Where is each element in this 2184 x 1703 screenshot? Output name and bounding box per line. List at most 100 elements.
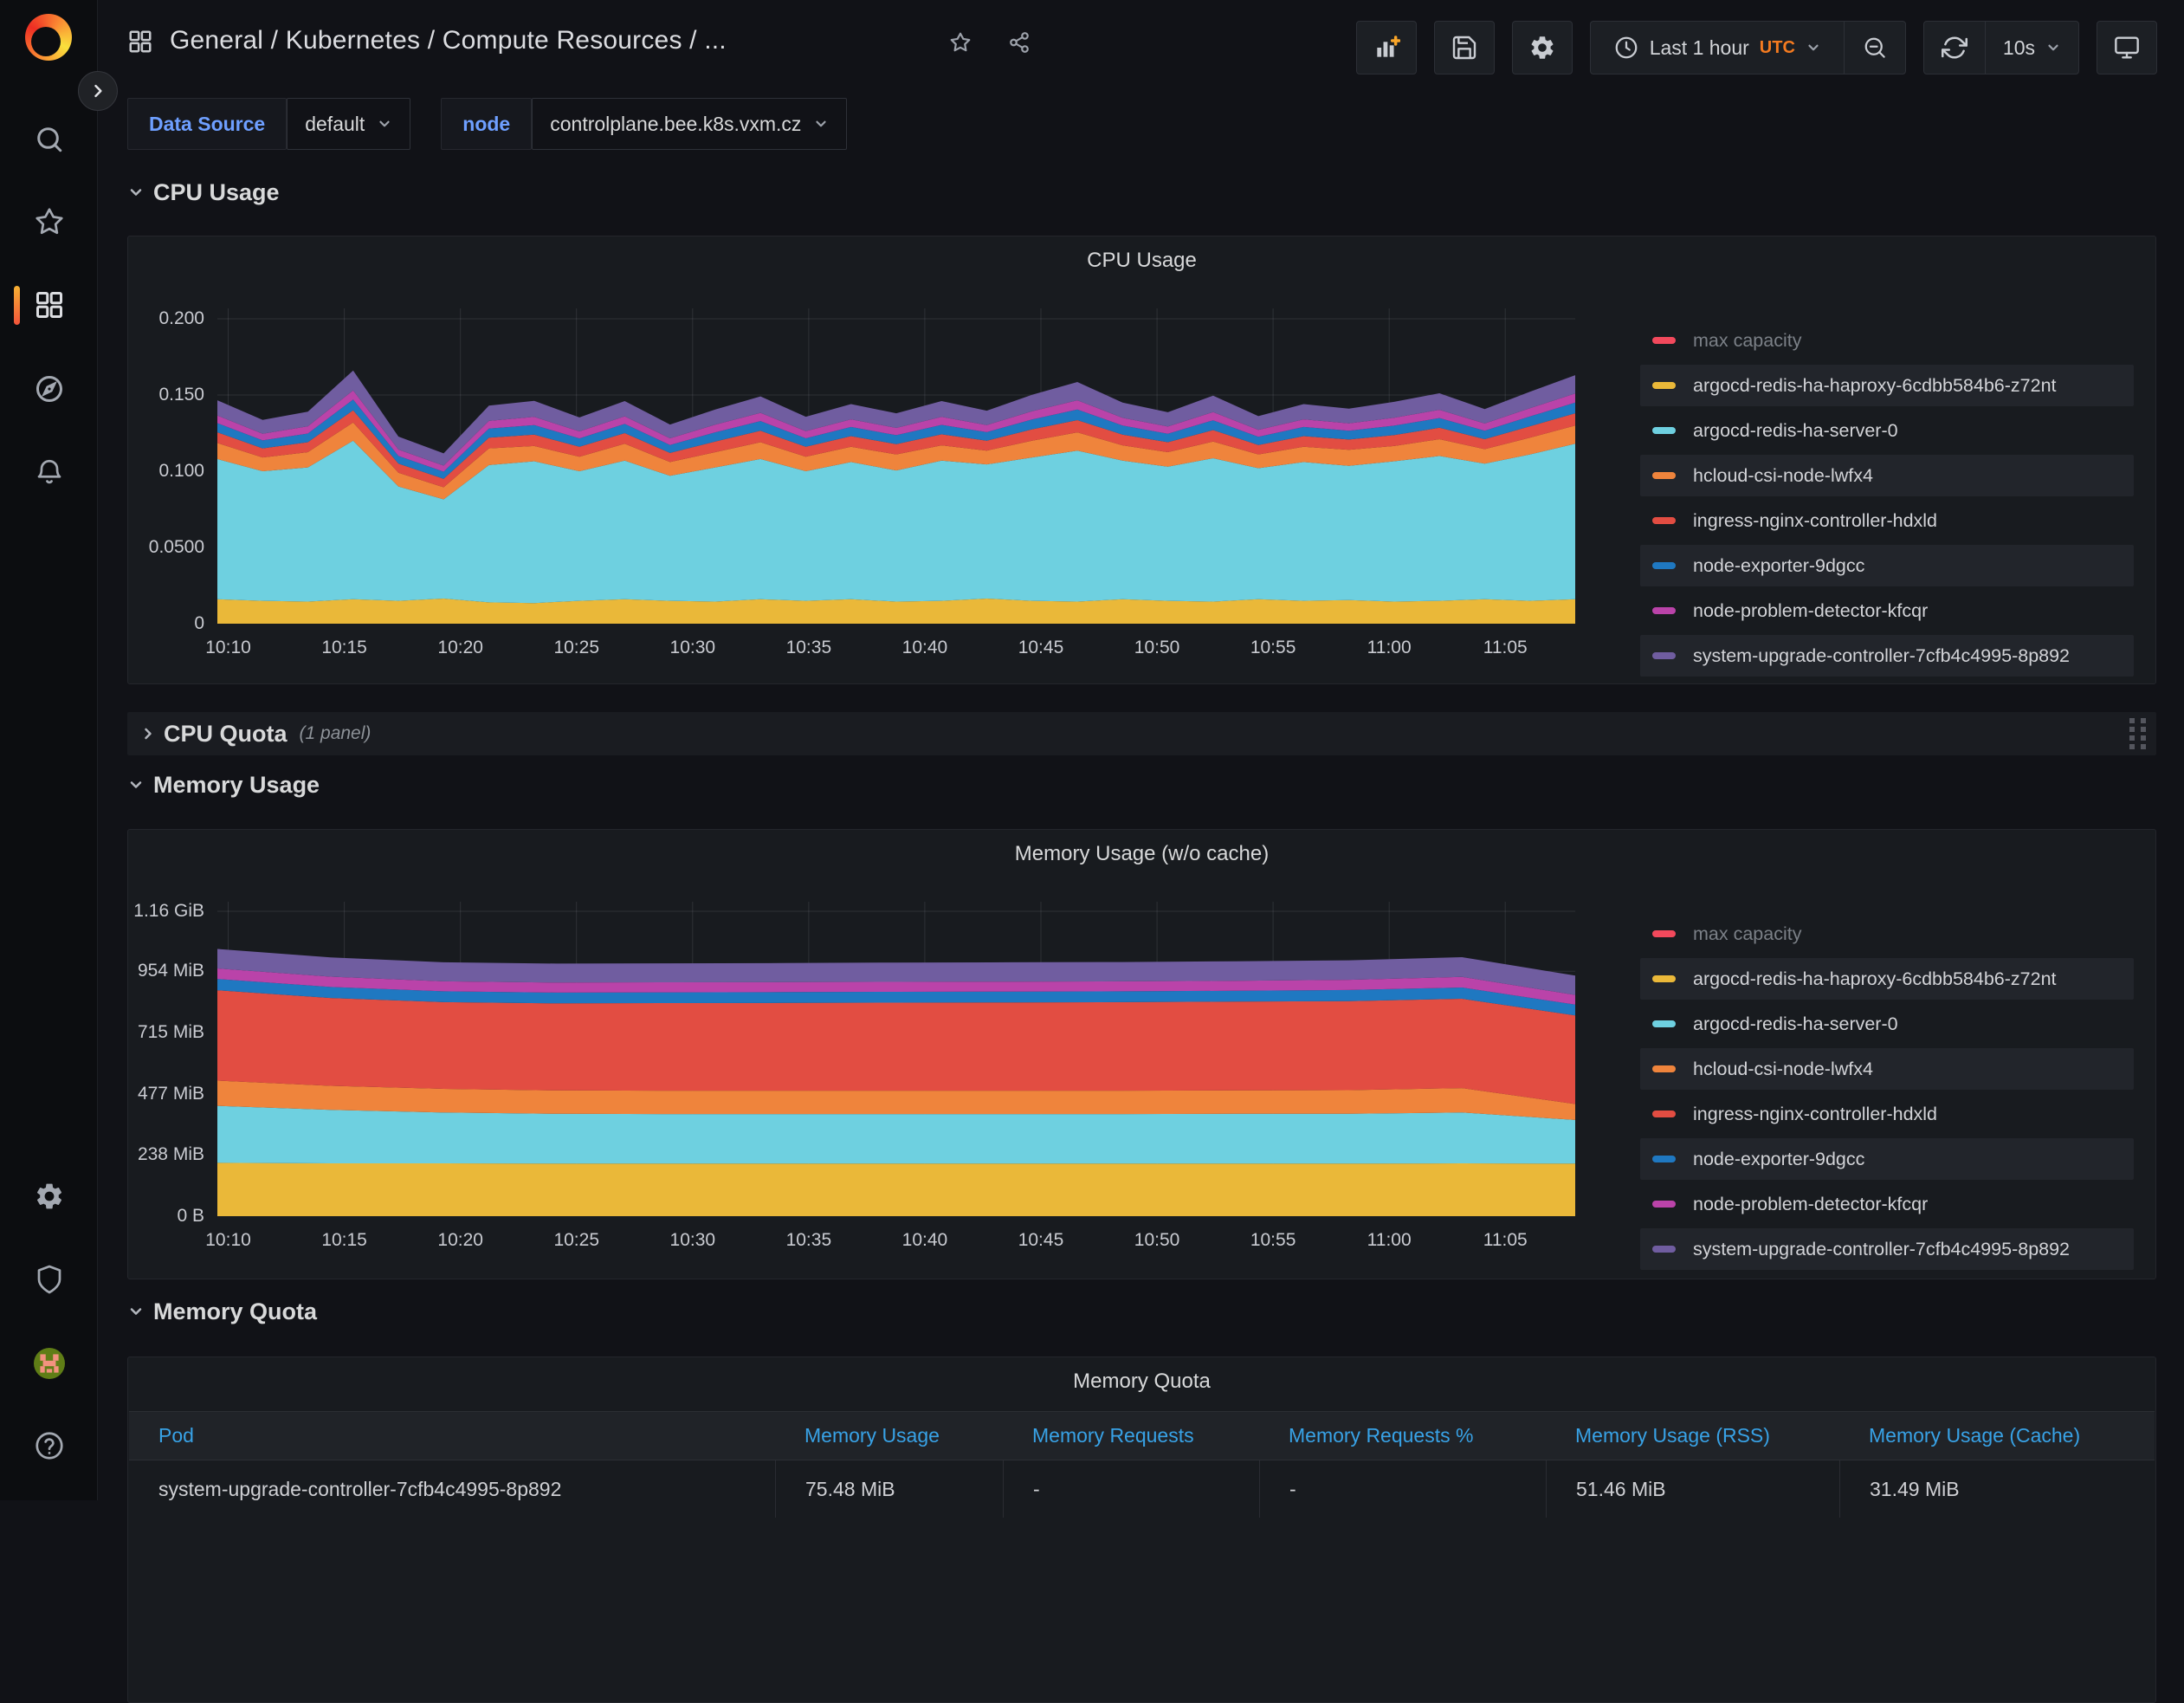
table-column-header[interactable]: Memory Usage [775, 1424, 1003, 1447]
search-icon[interactable] [0, 112, 98, 167]
section-cpu-quota[interactable]: CPU Quota (1 panel) [127, 712, 2156, 755]
y-axis-tick-label: 715 MiB [128, 1021, 204, 1044]
grafana-logo[interactable] [25, 14, 72, 61]
series-color-swatch[interactable] [1652, 472, 1676, 479]
series-color-swatch[interactable] [1652, 975, 1676, 982]
legend-item[interactable]: max capacity [1640, 320, 2134, 361]
series-color-swatch[interactable] [1652, 652, 1676, 659]
section-cpu-usage[interactable]: CPU Usage [127, 172, 280, 213]
panel-title[interactable]: Memory Usage (w/o cache) [128, 842, 2155, 866]
series-color-swatch[interactable] [1652, 930, 1676, 937]
x-axis-tick-label: 10:25 [533, 1229, 620, 1252]
share-dashboard-icon[interactable] [1008, 31, 1031, 54]
sidebar [0, 0, 98, 1500]
refresh-button[interactable] [1924, 22, 1985, 74]
legend-item[interactable]: argocd-redis-ha-haproxy-6cdbb584b6-z72nt [1640, 958, 2134, 1000]
y-axis-tick-label: 0.100 [128, 460, 204, 482]
table-column-header[interactable]: Pod [129, 1424, 775, 1447]
legend-label: node-exporter-9dgcc [1693, 1149, 1864, 1170]
legend-item[interactable]: hcloud-csi-node-lwfx4 [1640, 455, 2134, 496]
y-axis-tick-label: 954 MiB [128, 960, 204, 982]
legend-item[interactable]: node-exporter-9dgcc [1640, 1138, 2134, 1180]
series-area [217, 1106, 1575, 1164]
series-color-swatch[interactable] [1652, 607, 1676, 614]
section-memory-quota[interactable]: Memory Quota [127, 1291, 317, 1332]
series-color-swatch[interactable] [1652, 1246, 1676, 1253]
section-title: Memory Quota [153, 1298, 317, 1325]
x-axis-tick-label: 10:40 [882, 1229, 968, 1252]
x-axis-tick-label: 10:30 [649, 1229, 736, 1252]
legend-item[interactable]: ingress-nginx-controller-hdxld [1640, 500, 2134, 541]
x-axis-tick-label: 10:10 [185, 637, 272, 659]
starred-dashboards-icon[interactable] [0, 194, 98, 249]
legend-label: max capacity [1693, 330, 1801, 352]
table-body: system-upgrade-controller-7cfb4c4995-8p8… [129, 1460, 2155, 1518]
table-cell: - [1259, 1460, 1546, 1518]
cpu-chart-plot[interactable] [217, 308, 1575, 624]
alerting-bell-icon[interactable] [0, 444, 98, 500]
series-color-swatch[interactable] [1652, 1111, 1676, 1117]
legend-label: system-upgrade-controller-7cfb4c4995-8p8… [1693, 1239, 2070, 1260]
table-column-header[interactable]: Memory Usage (Cache) [1839, 1424, 2155, 1447]
kiosk-mode-button[interactable] [2097, 21, 2157, 74]
table-cell: 51.46 MiB [1546, 1460, 1839, 1518]
breadcrumb[interactable]: General / Kubernetes / Compute Resources… [170, 26, 727, 55]
table-row[interactable]: system-upgrade-controller-7cfb4c4995-8p8… [129, 1460, 2155, 1518]
x-axis-tick-label: 11:05 [1462, 637, 1548, 659]
series-color-swatch[interactable] [1652, 1156, 1676, 1162]
legend-item[interactable]: argocd-redis-ha-server-0 [1640, 1003, 2134, 1045]
datasource-variable-dropdown[interactable]: default [287, 98, 410, 150]
y-axis-tick-label: 0 [128, 612, 204, 635]
star-dashboard-icon[interactable] [949, 31, 972, 54]
panel-title[interactable]: CPU Usage [128, 249, 2155, 273]
series-color-swatch[interactable] [1652, 337, 1676, 344]
legend-item[interactable]: system-upgrade-controller-7cfb4c4995-8p8… [1640, 635, 2134, 677]
help-icon[interactable] [0, 1418, 98, 1473]
legend-item[interactable]: system-upgrade-controller-7cfb4c4995-8p8… [1640, 1228, 2134, 1270]
node-variable-dropdown[interactable]: controlplane.bee.k8s.vxm.cz [532, 98, 847, 150]
series-color-swatch[interactable] [1652, 1201, 1676, 1208]
table-column-header[interactable]: Memory Usage (RSS) [1546, 1424, 1839, 1447]
series-color-swatch[interactable] [1652, 517, 1676, 524]
node-variable-label: node [441, 98, 532, 150]
section-memory-usage[interactable]: Memory Usage [127, 764, 320, 806]
table-column-header[interactable]: Memory Requests [1003, 1424, 1259, 1447]
time-range-picker[interactable]: Last 1 hour UTC [1591, 22, 1844, 74]
memory-chart-plot[interactable] [217, 902, 1575, 1216]
legend-item[interactable]: max capacity [1640, 913, 2134, 955]
refresh-interval-dropdown[interactable]: 10s [1985, 22, 2078, 74]
legend-label: argocd-redis-ha-server-0 [1693, 1013, 1898, 1035]
top-nav: General / Kubernetes / Compute Resources… [98, 0, 2184, 83]
y-axis-tick-label: 0.150 [128, 384, 204, 406]
x-axis-tick-label: 10:40 [882, 637, 968, 659]
sidebar-expand-button[interactable] [78, 71, 118, 111]
series-color-swatch[interactable] [1652, 382, 1676, 389]
user-avatar[interactable] [0, 1336, 98, 1391]
series-color-swatch[interactable] [1652, 1065, 1676, 1072]
add-panel-button[interactable] [1356, 21, 1417, 74]
x-axis-tick-label: 11:05 [1462, 1229, 1548, 1252]
legend-item[interactable]: node-exporter-9dgcc [1640, 545, 2134, 586]
legend-item[interactable]: argocd-redis-ha-haproxy-6cdbb584b6-z72nt [1640, 365, 2134, 406]
table-column-header[interactable]: Memory Requests % [1259, 1424, 1546, 1447]
admin-shield-icon[interactable] [0, 1252, 98, 1307]
legend-item[interactable]: hcloud-csi-node-lwfx4 [1640, 1048, 2134, 1090]
series-color-swatch[interactable] [1652, 427, 1676, 434]
table-header-row: PodMemory UsageMemory RequestsMemory Req… [129, 1411, 2155, 1460]
configuration-gear-icon[interactable] [0, 1169, 98, 1224]
section-title: CPU Usage [153, 179, 280, 206]
legend-item[interactable]: ingress-nginx-controller-hdxld [1640, 1093, 2134, 1135]
y-axis-tick-label: 0.200 [128, 308, 204, 330]
legend-item[interactable]: node-problem-detector-kfcqr [1640, 590, 2134, 631]
explore-compass-icon[interactable] [0, 361, 98, 417]
save-dashboard-button[interactable] [1434, 21, 1495, 74]
legend-item[interactable]: argocd-redis-ha-server-0 [1640, 410, 2134, 451]
row-drag-handle[interactable] [2129, 718, 2146, 749]
legend-item[interactable]: node-problem-detector-kfcqr [1640, 1183, 2134, 1225]
dashboards-icon[interactable] [0, 277, 98, 333]
series-color-swatch[interactable] [1652, 1020, 1676, 1027]
series-color-swatch[interactable] [1652, 562, 1676, 569]
panel-title[interactable]: Memory Quota [128, 1370, 2155, 1394]
zoom-out-time-button[interactable] [1844, 22, 1905, 74]
dashboard-settings-button[interactable] [1512, 21, 1573, 74]
